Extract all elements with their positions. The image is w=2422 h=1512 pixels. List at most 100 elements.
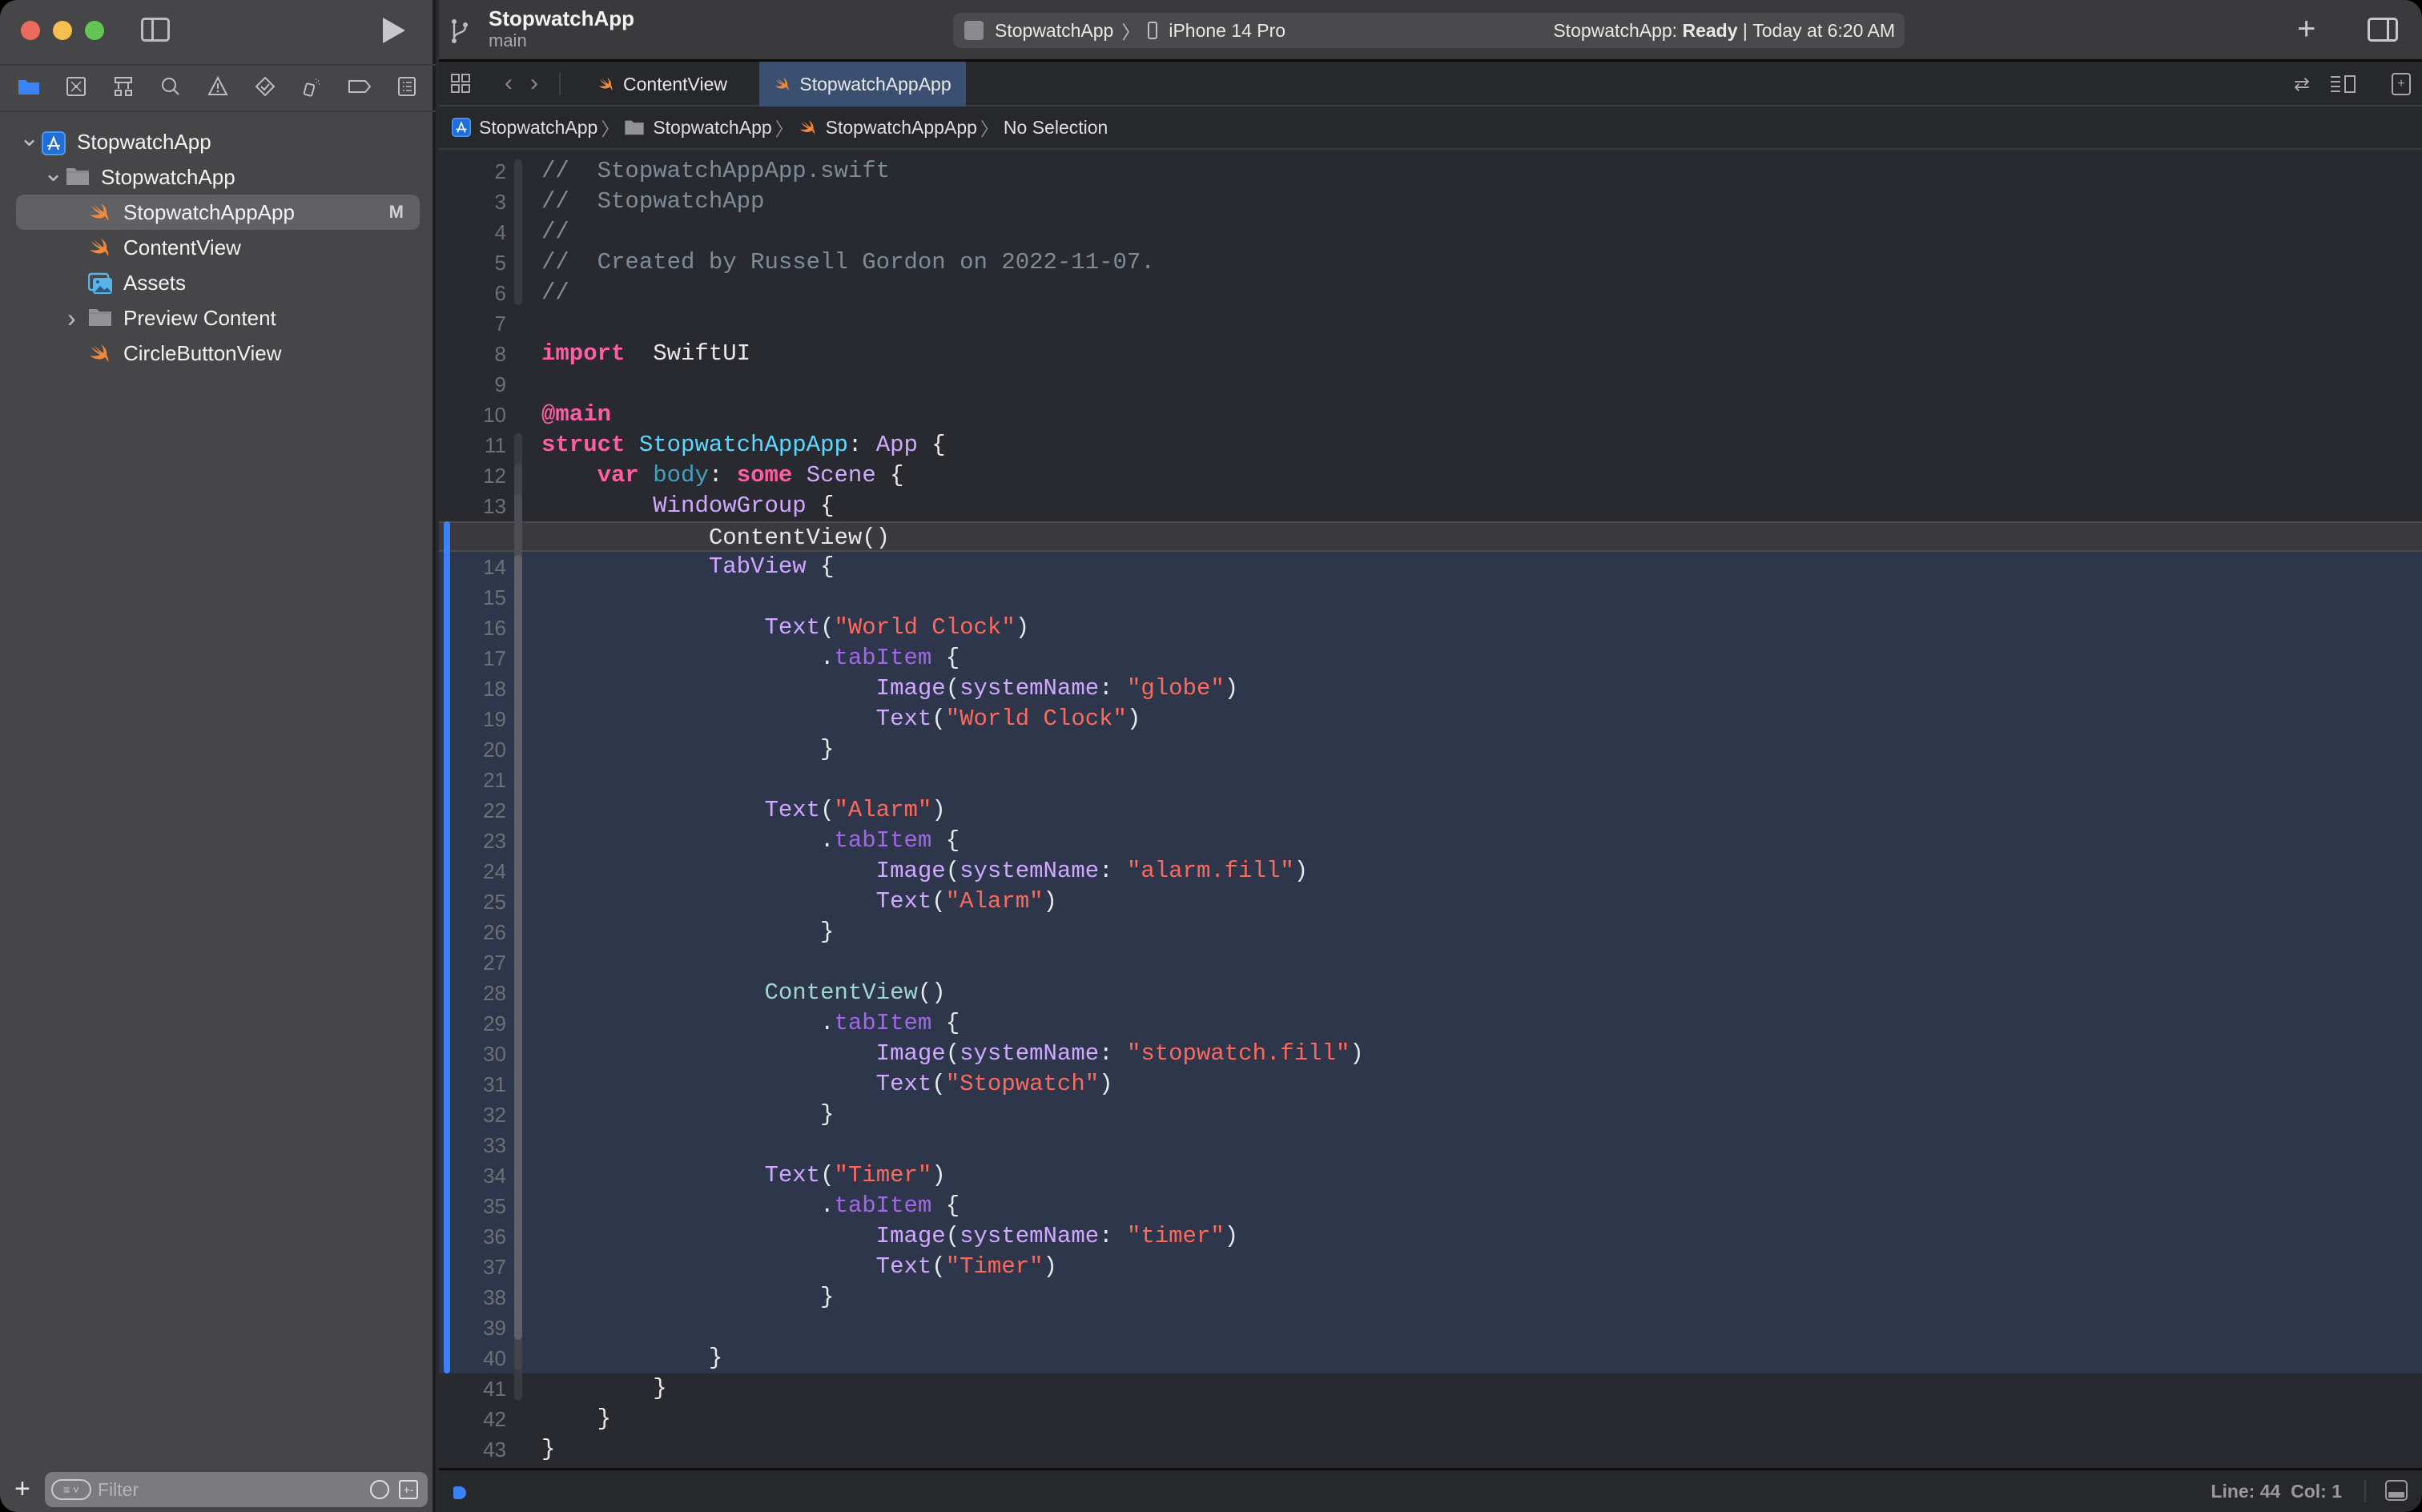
inspector-toggle-icon[interactable]: [2368, 18, 2398, 42]
code-text: //: [541, 217, 569, 247]
close-window-button[interactable]: [21, 21, 40, 40]
destination-name[interactable]: iPhone 14 Pro: [1169, 20, 1285, 42]
code-token: systemName: [960, 675, 1100, 702]
source-control-navigator-icon[interactable]: [63, 75, 89, 98]
tree-item[interactable]: StopwatchAppApp M: [16, 195, 420, 230]
tab-label: StopwatchAppApp: [799, 73, 952, 94]
chevron-right-icon: 〉: [980, 119, 999, 139]
code-token: // StopwatchApp: [541, 188, 765, 215]
show-debug-area-icon[interactable]: [2385, 1480, 2408, 1501]
project-navigator-folder-icon[interactable]: [16, 75, 42, 98]
code-line: 15: [439, 582, 2422, 613]
editor-tab[interactable]: ContentView: [575, 62, 750, 107]
filter-field[interactable]: ≡ ˅ Filter +-: [45, 1472, 428, 1507]
forward-chevron-icon[interactable]: ›: [530, 70, 538, 97]
code-token: //: [541, 279, 569, 306]
code-token: }: [541, 919, 835, 945]
related-items-grid-icon[interactable]: [450, 73, 471, 94]
breadcrumb-item[interactable]: StopwatchApp: [653, 117, 771, 139]
back-chevron-icon[interactable]: ‹: [505, 70, 513, 97]
code-token: tabItem: [834, 827, 932, 854]
scheme-selector[interactable]: StopwatchApp 〉 iPhone 14 Pro: [953, 13, 1285, 48]
debug-area-toggle-icon[interactable]: [453, 1486, 466, 1499]
xcode-project-icon: [452, 118, 471, 137]
line-number: 42: [483, 1407, 506, 1431]
jump-bar-breadcrumb: StopwatchApp 〉 StopwatchApp 〉 StopwatchAppAp…: [439, 107, 2422, 150]
code-token: .: [541, 1192, 835, 1219]
breakpoint-navigator-tag-icon[interactable]: [347, 75, 372, 98]
debug-navigator-spray-icon[interactable]: [300, 75, 325, 98]
breadcrumb-item[interactable]: No Selection: [1004, 117, 1108, 139]
code-line: 4 //: [439, 217, 2422, 247]
navigator-selector-bar: [0, 66, 436, 107]
code-token: :: [847, 432, 876, 458]
code-line: 9: [439, 369, 2422, 400]
code-token: {: [806, 493, 835, 519]
test-navigator-diamond-icon[interactable]: [252, 75, 278, 98]
activity-pill: StopwatchApp 〉 iPhone 14 Pro StopwatchAp…: [953, 13, 1905, 48]
editor-tab[interactable]: StopwatchAppApp: [759, 62, 966, 107]
status-prefix: StopwatchApp:: [1553, 19, 1683, 41]
code-token: (: [945, 1040, 960, 1067]
issue-navigator-warning-icon[interactable]: [205, 75, 231, 98]
recent-files-clock-icon[interactable]: [370, 1480, 389, 1499]
add-editor-icon[interactable]: +: [2392, 73, 2411, 95]
code-review-icon[interactable]: ⇄: [2294, 73, 2310, 96]
disclosure-collapsed-icon[interactable]: ›: [67, 304, 76, 333]
code-text: TabView {: [541, 552, 835, 582]
line-number: Line: 44: [2211, 1481, 2281, 1502]
disclosure-expanded-icon[interactable]: ⌄: [19, 124, 39, 152]
source-control-change-bar[interactable]: [444, 521, 450, 1373]
code-token: }: [541, 1405, 612, 1432]
line-number: 41: [483, 1377, 506, 1401]
breadcrumb-item[interactable]: StopwatchApp: [479, 117, 597, 139]
code-text: }: [541, 1373, 666, 1404]
code-token: Image: [875, 1223, 946, 1249]
editor-tab-bar: ‹ › ContentView StopwatchAppApp ⇄ +: [439, 62, 2422, 107]
divider: [559, 73, 561, 95]
find-navigator-search-icon[interactable]: [158, 75, 183, 98]
tree-item[interactable]: ⌄ StopwatchApp: [0, 159, 436, 195]
code-line: 38 }: [439, 1282, 2422, 1313]
code-token: "stopwatch.fill": [1126, 1040, 1350, 1067]
source-editor[interactable]: 2 // StopwatchAppApp.swift 3 // StopwatchAp…: [439, 151, 2422, 1465]
code-token: tabItem: [834, 645, 932, 671]
minimize-window-button[interactable]: [53, 21, 72, 40]
editor-options-icon[interactable]: [2329, 74, 2358, 94]
code-token: {: [931, 1192, 960, 1219]
source-control-filter-icon[interactable]: +-: [399, 1480, 418, 1499]
project-tree: ⌄ StopwatchApp ⌄ StopwatchApp StopwatchAppAp…: [0, 124, 436, 371]
code-line: 19 Text("World Clock"): [439, 704, 2422, 734]
symbol-navigator-icon[interactable]: [111, 75, 136, 98]
code-token: (: [945, 858, 960, 884]
code-token: "globe": [1126, 675, 1225, 702]
tree-item[interactable]: › Preview Content: [0, 300, 436, 336]
disclosure-expanded-icon[interactable]: ⌄: [43, 159, 63, 187]
filter-options-icon[interactable]: ≡ ˅: [51, 1479, 91, 1500]
run-icon[interactable]: [383, 18, 405, 43]
breadcrumb-item[interactable]: StopwatchAppApp: [826, 117, 977, 139]
tree-item[interactable]: ContentView: [0, 230, 436, 265]
code-token: tabItem: [834, 1010, 932, 1036]
report-navigator-list-icon[interactable]: [394, 75, 420, 98]
sidebar-toggle-icon[interactable]: [141, 18, 170, 42]
code-folding-ribbon[interactable]: [514, 555, 522, 1340]
tree-item[interactable]: CircleButtonView: [0, 336, 436, 371]
tree-item-label: CircleButtonView: [123, 340, 282, 365]
swift-file-icon: [774, 76, 791, 92]
code-token: ContentView: [764, 979, 918, 1006]
code-folding-ribbon[interactable]: [514, 159, 522, 305]
code-text: .tabItem {: [541, 826, 960, 856]
zoom-window-button[interactable]: [85, 21, 104, 40]
tree-item[interactable]: Assets: [0, 265, 436, 300]
tree-item[interactable]: ⌄ StopwatchApp: [0, 124, 436, 159]
code-token: StopwatchAppApp: [638, 432, 848, 458]
deleted-code-line: ContentView(): [439, 521, 2422, 552]
xcode-project-icon: [42, 131, 66, 155]
add-file-plus-icon[interactable]: +: [14, 1475, 30, 1502]
code-token: (: [820, 797, 835, 823]
library-plus-icon[interactable]: +: [2297, 11, 2315, 47]
